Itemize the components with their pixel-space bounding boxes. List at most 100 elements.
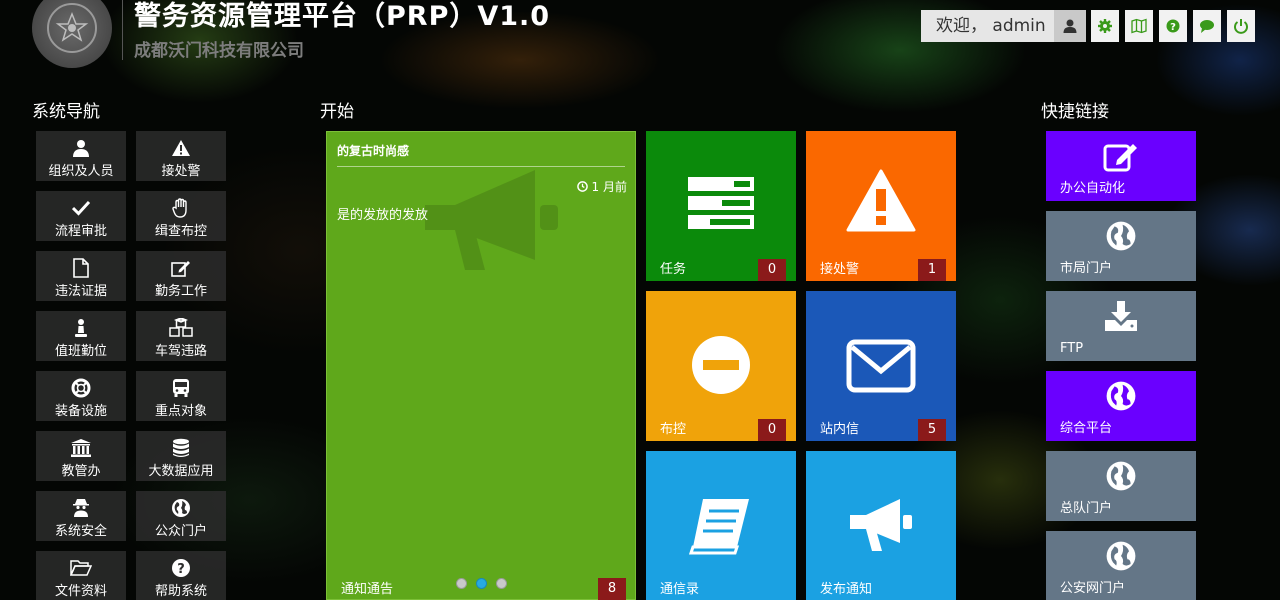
sidebar-item-documents[interactable]: 文件资料 [36, 551, 126, 600]
sidebar-item-alarm[interactable]: 接处警 [136, 131, 226, 181]
database-icon [173, 438, 189, 457]
map-icon [1131, 18, 1147, 34]
power-icon [1234, 19, 1248, 34]
help-button[interactable]: ? [1159, 10, 1187, 42]
quick-link-corps-portal[interactable]: 总队门户 [1046, 451, 1196, 521]
question-icon: ? [172, 559, 190, 577]
sidebar-item-big-data[interactable]: 大数据应用 [136, 431, 226, 481]
user-icon [1063, 19, 1077, 33]
quick-link-city-portal[interactable]: 市局门户 [1046, 211, 1196, 281]
sidebar-item-label: 违法证据 [54, 284, 107, 299]
notice-tile[interactable]: 的复古时尚感 1 月前 是的发放的发放 通知通告 8 [326, 131, 636, 600]
sidebar-item-label: 车驾违路 [154, 344, 207, 359]
bank-icon [71, 439, 91, 457]
sidebar-item-org-personnel[interactable]: 组织及人员 [36, 131, 126, 181]
tile-publish-notice[interactable]: 发布通知 [806, 451, 956, 600]
logout-button[interactable] [1227, 10, 1255, 42]
tile-alarm[interactable]: 接处警 1 [806, 131, 956, 281]
bullhorn-icon [850, 499, 912, 551]
tile-count-badge: 5 [918, 419, 946, 441]
tasks-icon [688, 177, 754, 229]
message-button[interactable] [1193, 10, 1221, 42]
quick-link-label: 总队门户 [1060, 501, 1113, 516]
quick-link-label: FTP [1060, 341, 1084, 356]
quick-link-office-automation[interactable]: 办公自动化 [1046, 131, 1196, 201]
sidebar-item-label: 装备设施 [54, 404, 107, 419]
user-bar: 欢迎， admin [921, 10, 1086, 42]
sidebar-item-public-portal[interactable]: 公众门户 [136, 491, 226, 541]
sidebar-item-label: 教管办 [61, 464, 101, 479]
tile-label: 通信录 [660, 582, 700, 597]
user-menu-button[interactable] [1054, 10, 1086, 42]
tile-internal-mail[interactable]: 站内信 5 [806, 291, 956, 441]
sidebar-item-label: 大数据应用 [148, 464, 214, 479]
sidebar-item-help-system[interactable]: ? 帮助系统 [136, 551, 226, 600]
lifebuoy-icon [71, 378, 91, 398]
sidebar-item-label: 勤务工作 [154, 284, 207, 299]
edit-icon [1103, 144, 1137, 172]
map-button[interactable] [1125, 10, 1153, 42]
tile-tasks[interactable]: 任务 0 [646, 131, 796, 281]
notice-label: 通知通告 [341, 582, 394, 597]
bullhorn-watermark-icon [415, 160, 565, 284]
tile-label: 任务 [660, 262, 687, 277]
carousel-dot[interactable] [456, 578, 467, 589]
toolbar: ? [1091, 10, 1255, 42]
envelope-icon [846, 339, 916, 393]
globe-icon [1106, 221, 1136, 251]
svg-text:?: ? [177, 562, 185, 577]
sidebar-item-driving-violations[interactable]: 车驾违路 [136, 311, 226, 361]
download-icon [1105, 301, 1137, 331]
company-name: 成都沃门科技有限公司 [134, 41, 304, 61]
hand-icon [172, 198, 187, 218]
sidebar-item-equipment[interactable]: 装备设施 [36, 371, 126, 421]
help-icon: ? [1166, 19, 1180, 33]
sidebar-item-inspection-control[interactable]: 缉查布控 [136, 191, 226, 241]
book-icon [689, 499, 749, 555]
globe-icon [172, 499, 190, 517]
bus-icon [173, 379, 189, 397]
sidebar-item-label: 缉查布控 [154, 224, 207, 239]
quick-link-police-network-portal[interactable]: 公安网门户 [1046, 531, 1196, 600]
sidebar-item-violation-evidence[interactable]: 违法证据 [36, 251, 126, 301]
sidebar-item-duty-post[interactable]: 值班勤位 [36, 311, 126, 361]
sidebar-item-label: 文件资料 [54, 584, 107, 599]
quick-link-ftp[interactable]: FTP [1046, 291, 1196, 361]
sidebar-item-duty-work[interactable]: 勤务工作 [136, 251, 226, 301]
sidebar-item-label: 帮助系统 [154, 584, 207, 599]
police-emblem-logo [32, 0, 112, 68]
settings-button[interactable] [1091, 10, 1119, 42]
warning-icon [172, 140, 190, 156]
sidebar-item-label: 接处警 [161, 164, 201, 179]
app-title: 警务资源管理平台（PRP）V1.0 [134, 1, 551, 32]
tile-count-badge: 1 [918, 259, 946, 281]
sidebar-item-label: 公众门户 [154, 524, 207, 539]
tile-address-book[interactable]: 通信录 [646, 451, 796, 600]
carousel-dot-active[interactable] [476, 578, 487, 589]
sidebar-item-education[interactable]: 教管办 [36, 431, 126, 481]
globe-icon [1106, 541, 1136, 571]
carousel-dot[interactable] [496, 578, 507, 589]
notice-time: 1 月前 [576, 178, 627, 195]
sidebar-item-system-security[interactable]: 系统安全 [36, 491, 126, 541]
sidebar-item-workflow-approval[interactable]: 流程审批 [36, 191, 126, 241]
sidebar-item-label: 重点对象 [154, 404, 207, 419]
carousel-dots [456, 578, 507, 589]
clock-icon [576, 181, 588, 192]
tile-label: 站内信 [820, 422, 860, 437]
quick-link-label: 公安网门户 [1060, 581, 1126, 596]
settings-icon [1098, 19, 1112, 33]
notice-time-text: 1 月前 [591, 180, 627, 194]
cubes-icon [169, 318, 193, 337]
tile-label: 接处警 [820, 262, 860, 277]
tile-label: 发布通知 [820, 582, 873, 597]
tile-label: 布控 [660, 422, 687, 437]
tile-control[interactable]: 布控 0 [646, 291, 796, 441]
sidebar-item-key-targets[interactable]: 重点对象 [136, 371, 226, 421]
globe-icon [1106, 461, 1136, 491]
quick-link-integrated-platform[interactable]: 综合平台 [1046, 371, 1196, 441]
globe-icon [1106, 381, 1136, 411]
folder-open-icon [70, 560, 92, 576]
chess-pawn-icon [75, 319, 87, 337]
notice-title: 的复古时尚感 [337, 144, 410, 158]
